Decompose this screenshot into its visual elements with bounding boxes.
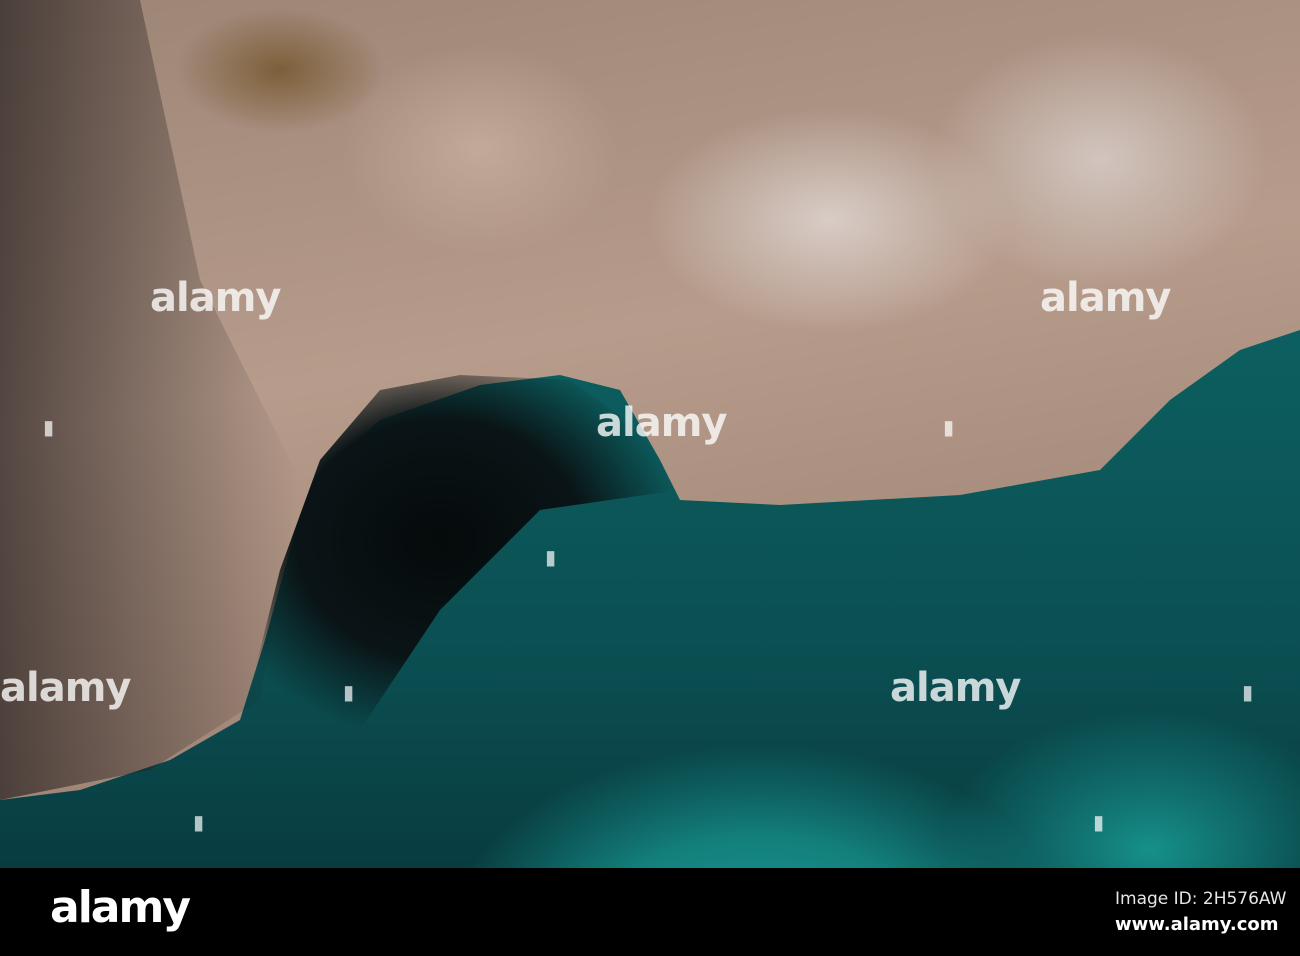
watermark: alamy	[150, 275, 281, 321]
watermark-mark: ▮	[43, 415, 55, 439]
website-link[interactable]: www.alamy.com	[1115, 914, 1279, 935]
watermark: alamy	[0, 665, 131, 711]
watermark-mark: ▮	[1093, 810, 1105, 834]
watermark-mark: ▮	[943, 415, 955, 439]
photo-cliff-cave-turquoise-water: alamy alamy alamy alamy alamy ▮ ▮ ▮ ▮ ▮ …	[0, 0, 1300, 868]
alamy-logo: alamy	[50, 882, 191, 933]
watermark-mark: ▮	[343, 680, 355, 704]
watermark-mark: ▮	[1242, 680, 1254, 704]
watermark-mark: ▮	[193, 810, 205, 834]
image-id: Image ID: 2H576AW	[1115, 889, 1287, 909]
watermark: alamy	[1040, 275, 1171, 321]
watermark: alamy	[596, 400, 727, 446]
watermark-mark: ▮	[545, 545, 557, 569]
stock-photo-page: alamy alamy alamy alamy alamy ▮ ▮ ▮ ▮ ▮ …	[0, 0, 1300, 956]
footer-bar	[0, 868, 1300, 956]
watermark: alamy	[890, 665, 1021, 711]
